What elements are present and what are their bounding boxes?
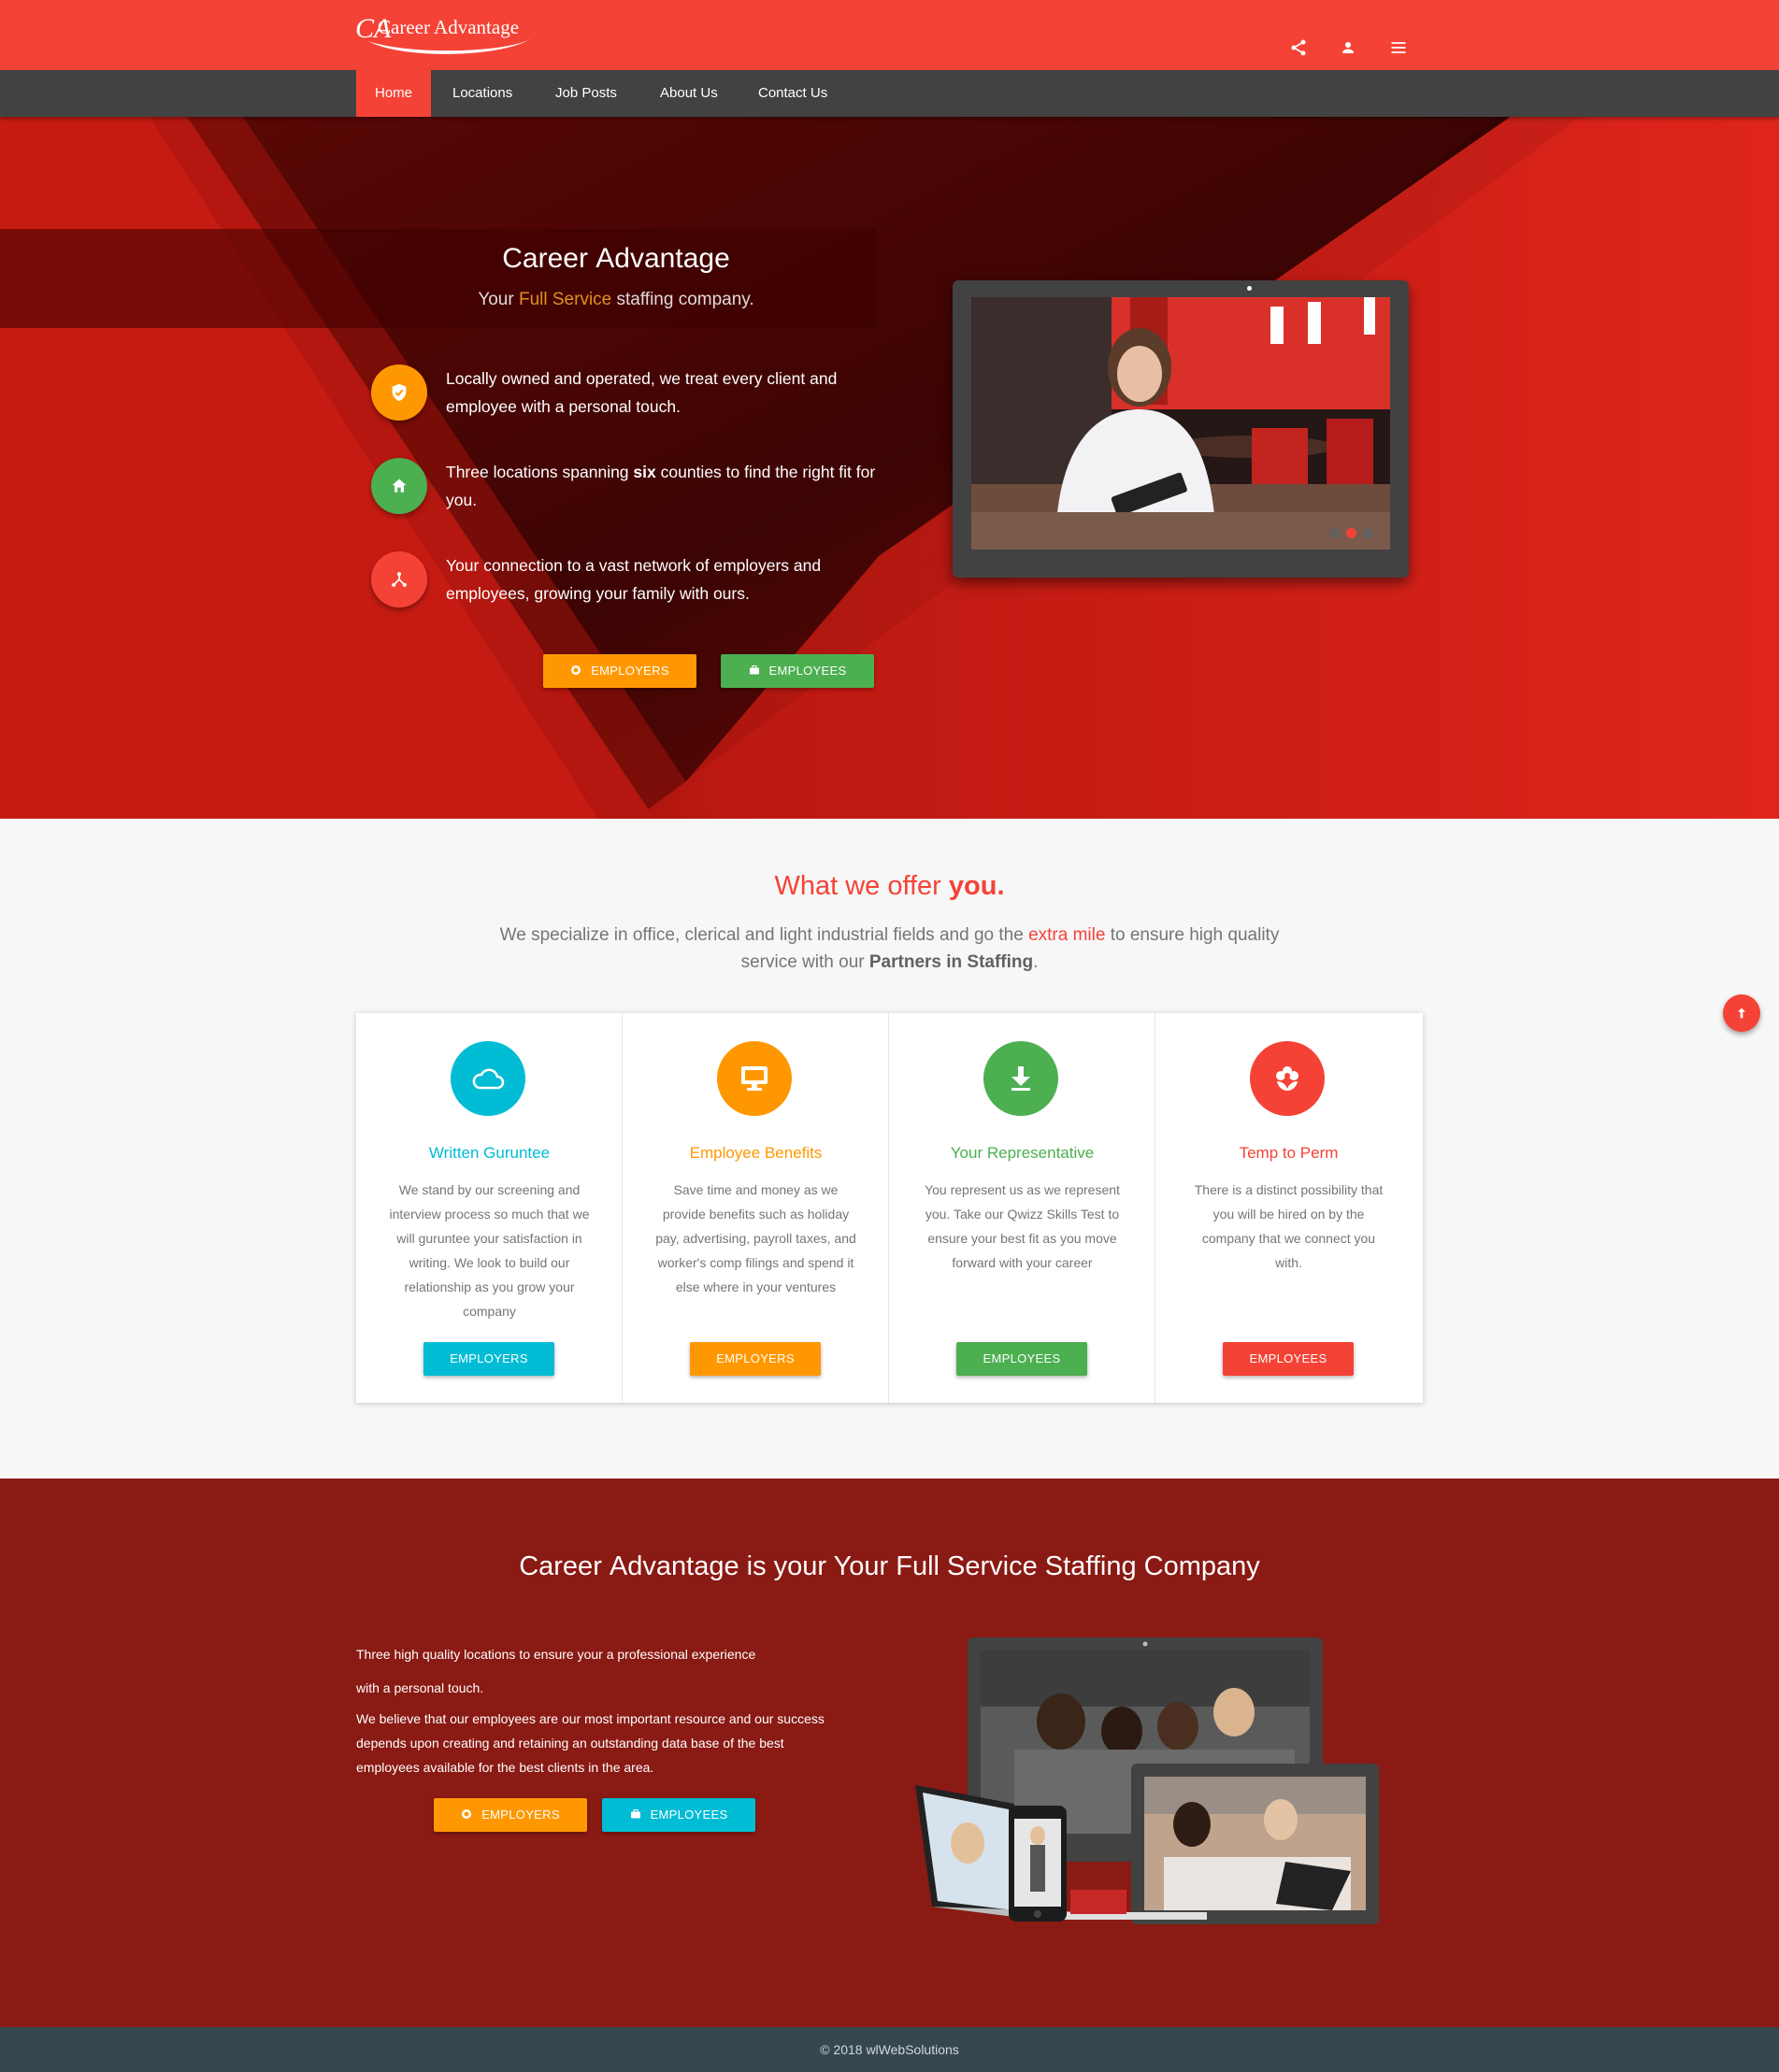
card-body: Save time and money as we provide benefi… [655,1182,856,1294]
button-label: EMPLOYEES [650,1808,728,1822]
card-employees-button[interactable]: EMPLOYEES [1223,1342,1354,1376]
network-icon [371,551,427,607]
shield-check-icon [371,364,427,421]
about-title-bold: Advantage [609,1551,739,1581]
share-icon[interactable] [1284,34,1313,62]
about-title-light: Career [519,1551,602,1581]
hero-background [0,117,1779,819]
monitor-camera [1247,286,1252,291]
hero-title: Career Advantage [0,243,1232,275]
download-icon [983,1041,1058,1116]
nav-locations[interactable]: Locations [434,70,531,117]
offer-lead-highlight: extra mile [1028,925,1106,945]
card-body: We stand by our screening and interview … [389,1182,590,1319]
hero-subtitle-pre: Your [478,290,514,309]
about-employees-button[interactable]: EMPLOYEES [602,1798,755,1832]
offer-lead: We specialize in office, clerical and li… [495,922,1284,976]
nav-contact-us[interactable]: Contact Us [739,70,846,117]
globe-icon [462,1809,472,1819]
briefcase-icon [630,1809,640,1819]
about-paragraph-1: Three high quality locations to ensure y… [356,1637,842,1705]
home-icon [371,458,427,514]
logo-swoosh [368,37,533,54]
carousel-dot[interactable] [1329,528,1340,538]
hero-employers-button[interactable]: EMPLOYERS [543,654,696,688]
offer-card-temp-to-perm: Temp to Perm There is a distinct possibi… [1155,1013,1422,1403]
offer-card-representative: Your Representative You represent us as … [889,1013,1155,1403]
offer-title-bold: you. [948,871,1005,901]
button-label: EMPLOYEES [768,664,847,678]
card-employers-button[interactable]: EMPLOYERS [423,1342,554,1376]
card-title: Employee Benefits [689,1144,823,1162]
woman-with-tablet-photo [971,297,1390,550]
carousel-dot[interactable] [1363,528,1373,538]
hero-feature-text-pre: Three locations spanning [446,463,629,481]
card-employees-button[interactable]: EMPLOYEES [956,1342,1087,1376]
nav-job-posts[interactable]: Job Posts [537,70,636,117]
card-title: Temp to Perm [1239,1144,1339,1162]
hero-feature-text: Your connection to a vast network of emp… [446,556,822,603]
flower-icon [1250,1041,1325,1116]
footer: © 2018 wlWebSolutions [0,2027,1779,2072]
monitor-icon [717,1041,792,1116]
button-label: EMPLOYERS [591,664,669,678]
hero-title-light: Career [502,243,588,274]
hero-feature-text-bold: six [633,463,656,481]
logo[interactable]: CA Career Advantage [355,13,542,60]
briefcase-icon [749,665,759,675]
arrow-up-icon [1738,1007,1745,1019]
about-paragraph-1-line-2: with a personal touch. [356,1680,484,1695]
about-paragraph-1-line-1: Three high quality locations to ensure y… [356,1647,756,1662]
devices-illustration [915,1637,1379,1924]
nav-about-us[interactable]: About Us [641,70,737,117]
offer-section: What we offer you. We specialize in offi… [0,819,1779,1479]
hero-employees-button[interactable]: EMPLOYEES [721,654,874,688]
about-section: Career Advantage is your Your Full Servi… [0,1479,1779,2027]
card-body: You represent us as we represent you. Ta… [925,1182,1120,1270]
offer-title: What we offer you. [0,871,1779,902]
offer-cards: Written Guruntee We stand by our screeni… [356,1013,1423,1403]
account-icon[interactable] [1334,34,1362,62]
hero-subtitle-highlight: Full Service [518,290,612,309]
card-title: Your Representative [950,1144,1095,1162]
hero-carousel-monitor [953,280,1409,578]
hero-section: Career Advantage Your Full Service staff… [0,117,1779,819]
hero-subtitle-post: staffing company. [616,290,754,309]
hero-feature-text: Locally owned and operated, we treat eve… [446,369,838,416]
offer-card-guarantee: Written Guruntee We stand by our screeni… [356,1013,623,1403]
globe-icon [571,665,581,675]
offer-lead-pre: We specialize in office, clerical and li… [499,925,1024,945]
nav-home[interactable]: Home [356,70,432,117]
button-label: EMPLOYERS [481,1808,560,1822]
carousel-slide-image[interactable] [971,297,1390,550]
about-title-post: is your Your Full Service Staffing Compa… [746,1551,1260,1581]
card-body: There is a distinct possibility that you… [1194,1182,1384,1270]
carousel-indicators [1329,528,1373,538]
hero-feature-text: Three locations spanning six counties to… [446,458,876,514]
menu-icon[interactable] [1384,34,1413,62]
about-paragraph-2: We believe that our employees are our mo… [356,1711,825,1775]
scroll-to-top-button[interactable] [1723,994,1760,1032]
cloud-icon [451,1041,525,1116]
copyright-text: © 2018 wlWebSolutions [820,2042,959,2057]
offer-lead-post: . [1033,952,1039,972]
hero-title-bold: Advantage [595,243,730,274]
offer-title-pre: What we offer [774,871,941,901]
top-bar: CA Career Advantage [0,0,1779,70]
main-nav: Home Locations Job Posts About Us Contac… [0,70,1779,117]
offer-card-benefits: Employee Benefits Save time and money as… [623,1013,889,1403]
offer-lead-bold: Partners in Staffing [868,952,1034,972]
card-title: Written Guruntee [428,1144,551,1162]
carousel-dot-active[interactable] [1346,528,1356,538]
card-employers-button[interactable]: EMPLOYERS [690,1342,821,1376]
about-employers-button[interactable]: EMPLOYERS [434,1798,587,1832]
about-title: Career Advantage is your Your Full Servi… [0,1551,1779,1582]
